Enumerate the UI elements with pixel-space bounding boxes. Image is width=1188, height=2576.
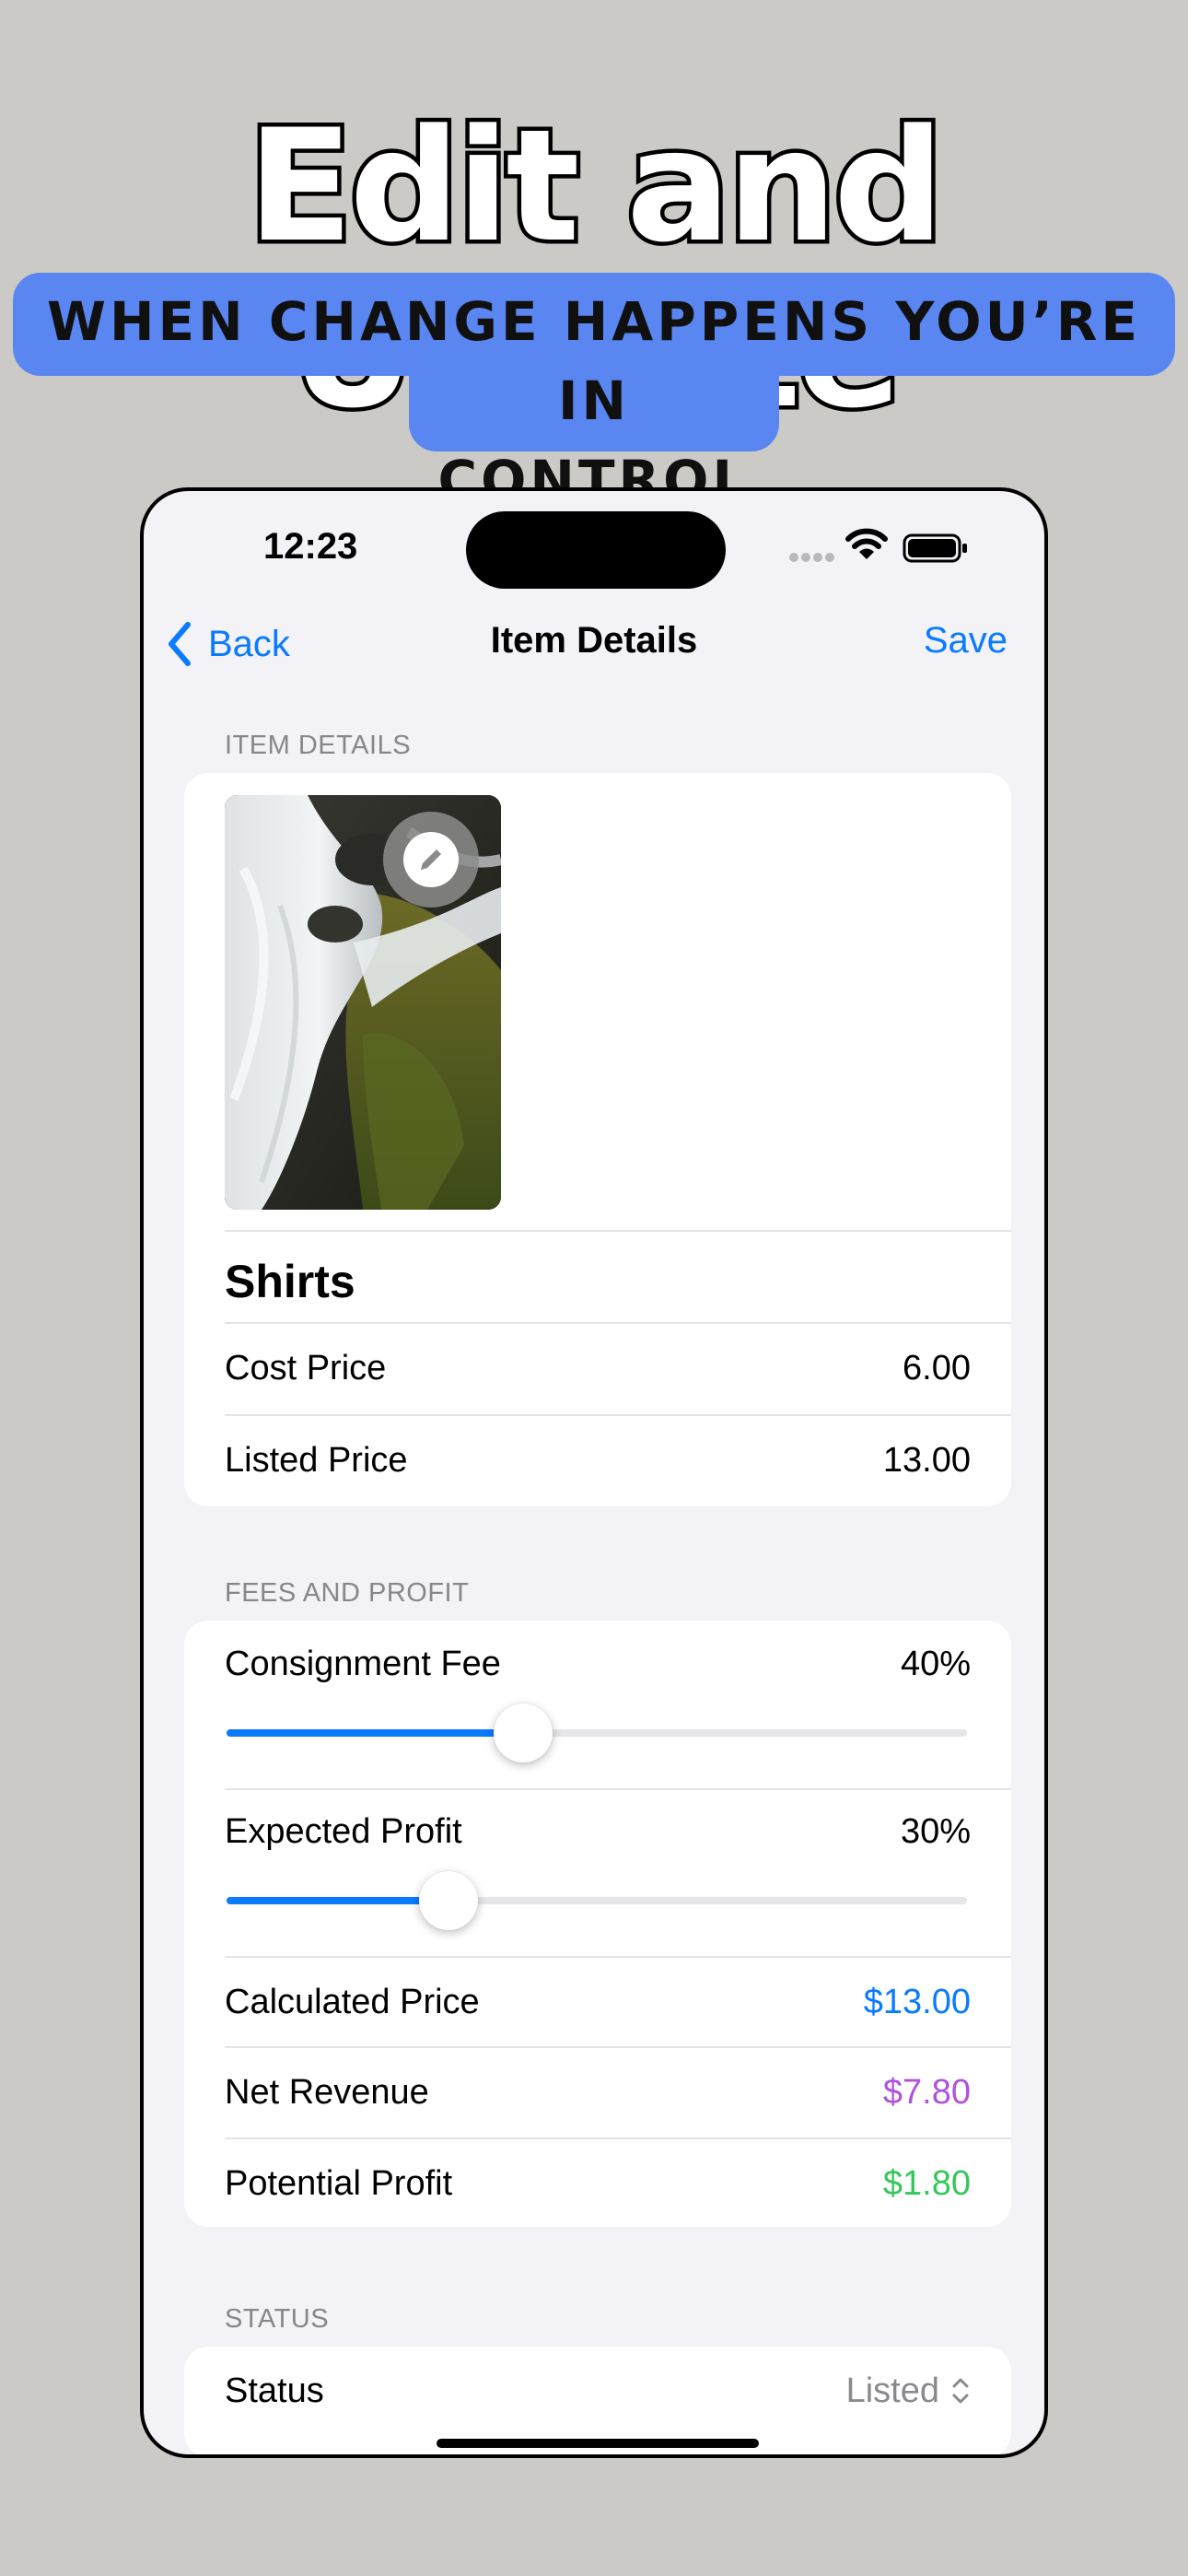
wifi-icon (845, 528, 888, 559)
item-details-card: Shirts Cost Price 6.00 Listed Price 13.0… (184, 773, 1011, 1506)
consignment-fee-label: Consignment Fee (225, 1644, 501, 1683)
item-name: Shirts (225, 1256, 355, 1307)
edit-photo-button[interactable] (383, 812, 479, 907)
net-revenue-row: Net Revenue $7.80 (225, 2048, 971, 2137)
home-indicator (437, 2439, 759, 2448)
dynamic-island (466, 511, 726, 589)
status-picker[interactable]: Listed (846, 2371, 971, 2411)
pencil-icon (421, 849, 441, 870)
section-header-status: STATUS (225, 2304, 330, 2334)
potential-profit-row: Potential Profit $1.80 (225, 2139, 971, 2227)
save-button[interactable]: Save (924, 620, 1007, 662)
consignment-fee-value: 40% (900, 1644, 971, 1683)
consignment-fee-slider-thumb[interactable] (493, 1704, 553, 1762)
item-name-row[interactable]: Shirts (225, 1243, 971, 1320)
cost-price-label: Cost Price (225, 1348, 387, 1388)
potential-profit-value: $1.80 (882, 2163, 971, 2203)
section-header-fees-and-profit: FEES AND PROFIT (225, 1578, 470, 1608)
page-title: Item Details (490, 620, 698, 661)
fees-and-profit-card: Consignment Fee 40% Expected Profit 30% … (184, 1621, 1011, 2227)
expected-profit-value: 30% (900, 1811, 971, 1851)
net-revenue-label: Net Revenue (225, 2072, 429, 2112)
status-value: Listed (845, 2371, 939, 2410)
expected-profit-slider-fill (227, 1897, 449, 1904)
cellular-signal-icon (789, 553, 834, 562)
phone-frame: 12:23 Back Item Details Save ITEM DETAIL… (140, 487, 1048, 2458)
expected-profit-label: Expected Profit (225, 1811, 462, 1851)
divider (225, 1788, 1011, 1790)
cost-price-row[interactable]: Cost Price 6.00 (225, 1324, 971, 1412)
listed-price-row[interactable]: Listed Price 13.00 (225, 1416, 971, 1505)
status-bar-time: 12:23 (263, 526, 358, 567)
tagline-line-1: WHEN CHANGE HAPPENS YOU’RE IN (46, 290, 1142, 432)
divider (225, 1230, 1011, 1232)
cost-price-value: 6.00 (903, 1348, 971, 1388)
expected-profit-slider[interactable] (227, 1871, 967, 1930)
expected-profit-row: Expected Profit 30% (225, 1797, 971, 1866)
section-header-item-details: ITEM DETAILS (225, 731, 412, 760)
chevron-up-down-icon (952, 2378, 969, 2404)
listed-price-value: 13.00 (882, 1440, 971, 1480)
battery-icon (903, 533, 967, 563)
status-label: Status (225, 2371, 324, 2410)
listed-price-label: Listed Price (225, 1440, 408, 1480)
consignment-fee-slider-fill (227, 1729, 523, 1737)
calculated-price-row: Calculated Price $13.00 (225, 1958, 971, 2046)
promo-tagline: WHEN CHANGE HAPPENS YOU’RE IN CONTROL (0, 282, 1188, 520)
consignment-fee-slider[interactable] (227, 1704, 967, 1762)
status-row[interactable]: Status Listed (225, 2347, 971, 2435)
calculated-price-value: $13.00 (863, 1982, 971, 2021)
calculated-price-label: Calculated Price (225, 1982, 480, 2021)
consignment-fee-row: Consignment Fee 40% (225, 1630, 971, 1698)
net-revenue-value: $7.80 (882, 2072, 971, 2112)
expected-profit-slider-thumb[interactable] (419, 1871, 479, 1930)
potential-profit-label: Potential Profit (225, 2163, 453, 2203)
item-photo[interactable] (225, 795, 501, 1210)
